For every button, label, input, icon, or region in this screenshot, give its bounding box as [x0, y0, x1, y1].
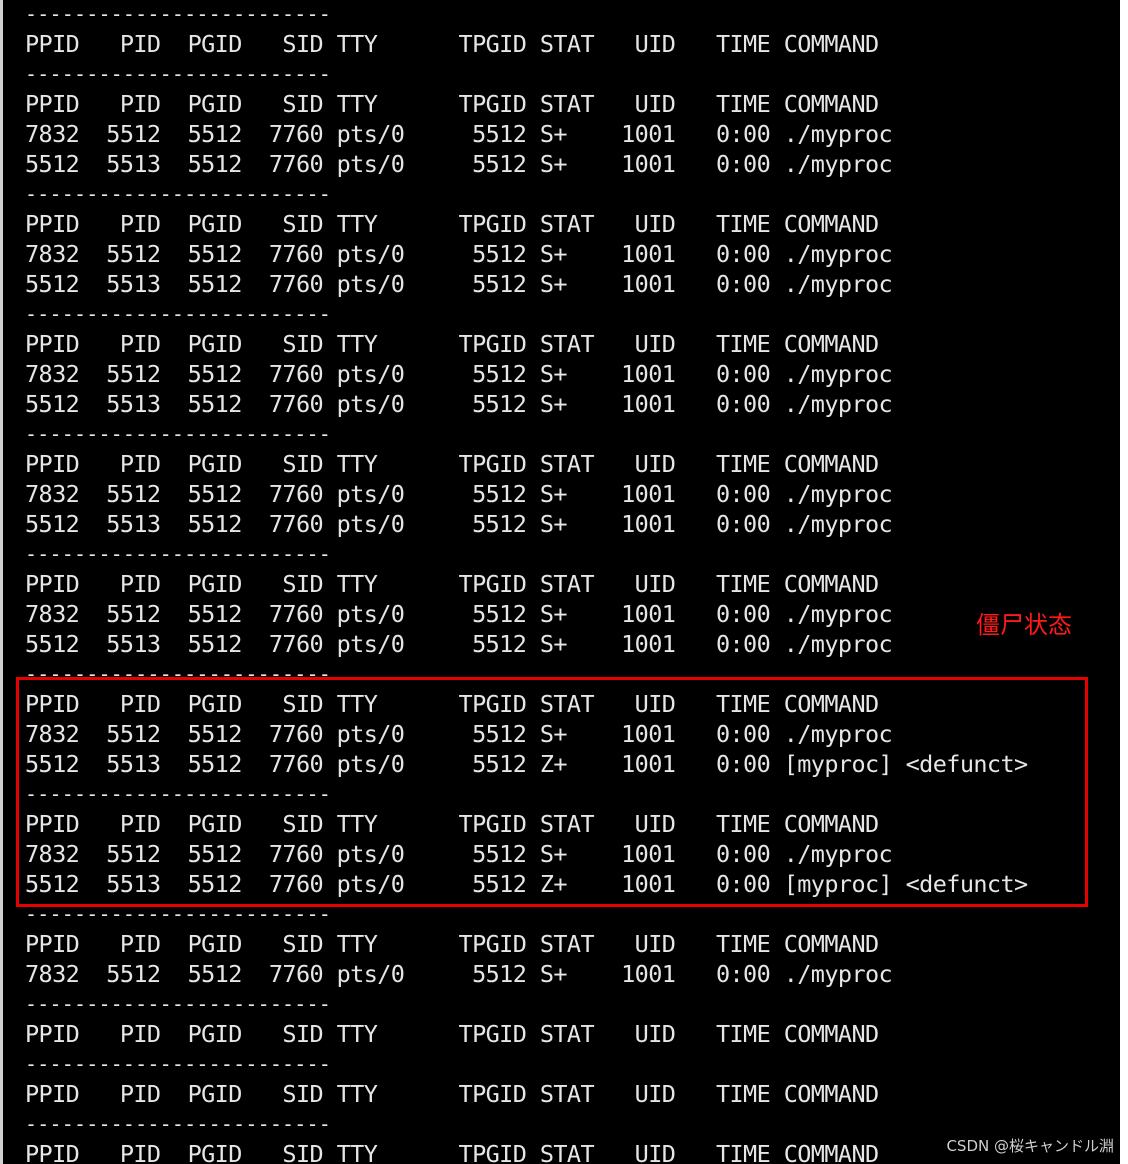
separator-line: ------------------------- [25, 992, 332, 1016]
separator-line: ------------------------- [25, 1052, 332, 1076]
header-line: PPID PID PGID SID TTY TPGID STAT UID TIM… [25, 210, 879, 238]
header-line: PPID PID PGID SID TTY TPGID STAT UID TIM… [25, 690, 879, 718]
header-line: PPID PID PGID SID TTY TPGID STAT UID TIM… [25, 1080, 879, 1108]
separator-line: ------------------------- [25, 1112, 332, 1136]
separator-line: ------------------------- [25, 2, 332, 26]
header-line: PPID PID PGID SID TTY TPGID STAT UID TIM… [25, 330, 879, 358]
separator-line: ------------------------- [25, 782, 332, 806]
process-line: 7832 5512 5512 7760 pts/0 5512 S+ 1001 0… [25, 840, 893, 868]
header-line: PPID PID PGID SID TTY TPGID STAT UID TIM… [25, 30, 879, 58]
zombie-state-label: 僵尸状态 [976, 611, 1072, 639]
process-line: 5512 5513 5512 7760 pts/0 5512 Z+ 1001 0… [25, 750, 1028, 778]
header-line: PPID PID PGID SID TTY TPGID STAT UID TIM… [25, 570, 879, 598]
separator-line: ------------------------- [25, 542, 332, 566]
header-line: PPID PID PGID SID TTY TPGID STAT UID TIM… [25, 1140, 879, 1164]
watermark: CSDN @桜キャンドル淵 [946, 1137, 1114, 1155]
process-line: 7832 5512 5512 7760 pts/0 5512 S+ 1001 0… [25, 480, 893, 508]
separator-line: ------------------------- [25, 302, 332, 326]
process-line: 5512 5513 5512 7760 pts/0 5512 S+ 1001 0… [25, 510, 893, 538]
header-line: PPID PID PGID SID TTY TPGID STAT UID TIM… [25, 90, 879, 118]
separator-line: ------------------------- [25, 422, 332, 446]
separator-line: ------------------------- [25, 662, 332, 686]
separator-line: ------------------------- [25, 62, 332, 86]
header-line: PPID PID PGID SID TTY TPGID STAT UID TIM… [25, 810, 879, 838]
process-line: 5512 5513 5512 7760 pts/0 5512 S+ 1001 0… [25, 270, 893, 298]
process-line: 7832 5512 5512 7760 pts/0 5512 S+ 1001 0… [25, 600, 893, 628]
process-line: 5512 5513 5512 7760 pts/0 5512 Z+ 1001 0… [25, 870, 1028, 898]
separator-line: ------------------------- [25, 902, 332, 926]
process-line: 5512 5513 5512 7760 pts/0 5512 S+ 1001 0… [25, 390, 893, 418]
process-line: 7832 5512 5512 7760 pts/0 5512 S+ 1001 0… [25, 360, 893, 388]
header-line: PPID PID PGID SID TTY TPGID STAT UID TIM… [25, 1020, 879, 1048]
process-line: 7832 5512 5512 7760 pts/0 5512 S+ 1001 0… [25, 960, 893, 988]
separator-line: ------------------------- [25, 182, 332, 206]
process-line: 7832 5512 5512 7760 pts/0 5512 S+ 1001 0… [25, 240, 893, 268]
terminal-window[interactable]: ------------------------- PPID PID PGID S… [0, 0, 1120, 1164]
process-line: 7832 5512 5512 7760 pts/0 5512 S+ 1001 0… [25, 720, 893, 748]
header-line: PPID PID PGID SID TTY TPGID STAT UID TIM… [25, 930, 879, 958]
terminal-output: ------------------------- PPID PID PGID S… [25, 0, 1028, 1164]
process-line: 5512 5513 5512 7760 pts/0 5512 S+ 1001 0… [25, 630, 893, 658]
process-line: 5512 5513 5512 7760 pts/0 5512 S+ 1001 0… [25, 150, 893, 178]
process-line: 7832 5512 5512 7760 pts/0 5512 S+ 1001 0… [25, 120, 893, 148]
header-line: PPID PID PGID SID TTY TPGID STAT UID TIM… [25, 450, 879, 478]
